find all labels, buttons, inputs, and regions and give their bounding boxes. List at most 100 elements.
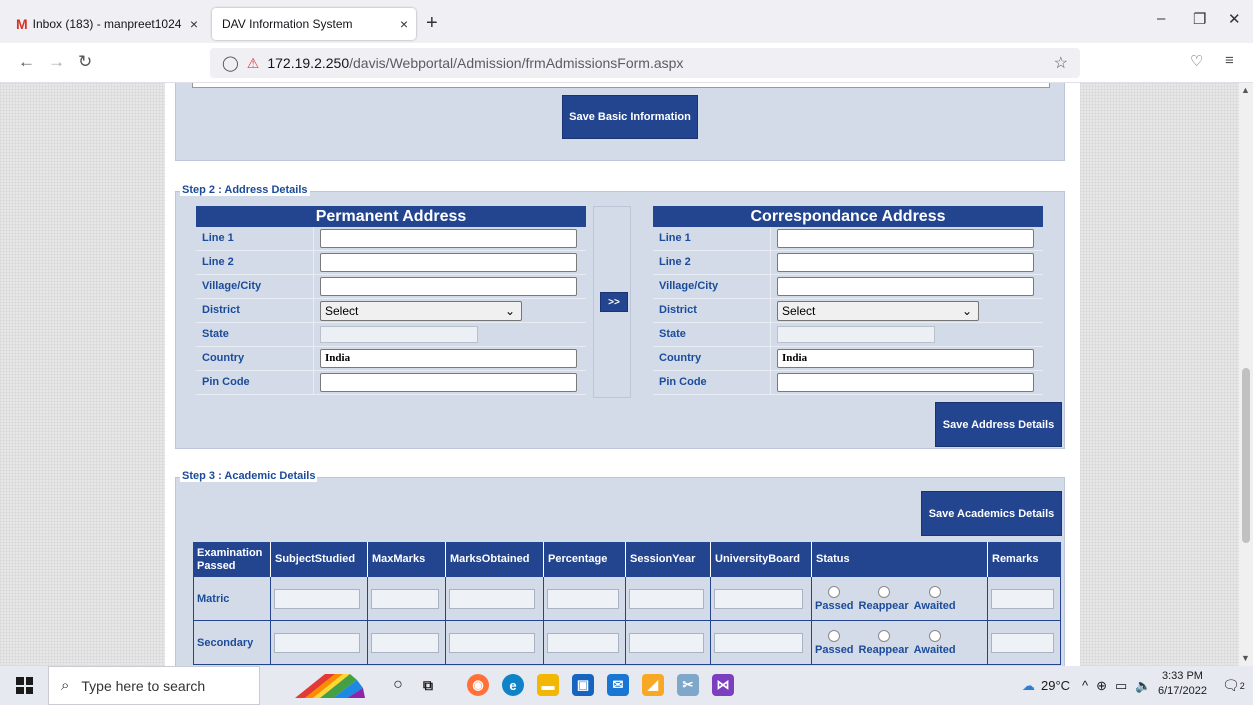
- save-basic-information-button[interactable]: Save Basic Information: [562, 95, 698, 139]
- copy-address-button[interactable]: >>: [600, 292, 628, 312]
- sticky-notes-icon[interactable]: ◢: [642, 674, 664, 696]
- permanent-country-input[interactable]: India: [320, 349, 577, 368]
- bookmark-star-icon[interactable]: ☆: [1054, 53, 1068, 73]
- restore-icon[interactable]: ❐: [1193, 10, 1206, 28]
- correspondance-state-field: [777, 326, 935, 343]
- session-year-input[interactable]: [629, 632, 704, 653]
- volume-icon[interactable]: 🔈: [1135, 678, 1151, 694]
- store-icon[interactable]: ▣: [572, 674, 594, 696]
- taskbar-clock[interactable]: 3:33 PM 6/17/2022: [1158, 669, 1207, 699]
- permanent-pin-code-input[interactable]: [320, 373, 577, 392]
- tab-gmail-inbox[interactable]: M Inbox (183) - manpreet10247@ ×: [8, 8, 206, 40]
- exam-name: Secondary: [193, 621, 271, 664]
- percentage-input[interactable]: [547, 632, 619, 653]
- scrollbar-thumb[interactable]: [1242, 368, 1250, 543]
- status-passed-radio[interactable]: Passed: [815, 585, 854, 612]
- correspondance-village-city-input[interactable]: [777, 277, 1034, 296]
- academic-grid: Examination Passed SubjectStudied MaxMar…: [193, 542, 1061, 665]
- admission-form: Save Basic Information Step 2 : Address …: [165, 83, 1080, 666]
- new-tab-button[interactable]: +: [426, 12, 438, 35]
- subject-studied-input[interactable]: [274, 588, 360, 609]
- notification-center-icon[interactable]: 🗨 2: [1222, 666, 1245, 705]
- marks-obtained-input[interactable]: [449, 632, 536, 653]
- correspondance-address-table: Correspondance Address Line 1 Line 2 Vil…: [653, 206, 1043, 395]
- scroll-up-icon[interactable]: ▲: [1241, 85, 1250, 95]
- task-view-icon[interactable]: ⧉: [417, 674, 439, 696]
- remarks-input[interactable]: [991, 632, 1055, 653]
- permanent-district-select[interactable]: Select ⌄: [320, 300, 522, 321]
- pin-code-label: Pin Code: [653, 371, 771, 394]
- scroll-down-icon[interactable]: ▼: [1241, 653, 1250, 663]
- save-address-details-button[interactable]: Save Address Details: [935, 402, 1062, 447]
- line2-label: Line 2: [653, 251, 771, 274]
- taskbar-search[interactable]: ⌕ Type here to search: [48, 666, 260, 705]
- taskbar-search-placeholder: Type here to search: [81, 677, 206, 694]
- file-explorer-icon[interactable]: ▬: [537, 674, 559, 696]
- windows-start-icon[interactable]: [16, 677, 33, 694]
- back-arrow-icon[interactable]: ←: [18, 52, 35, 72]
- district-label: District: [653, 299, 771, 322]
- col-percentage: Percentage: [544, 542, 626, 577]
- browser-tab-bar: M Inbox (183) - manpreet10247@ × DAV Inf…: [0, 0, 1253, 43]
- status-awaited-radio[interactable]: Awaited: [914, 629, 956, 656]
- save-academics-details-button[interactable]: Save Academics Details: [921, 491, 1062, 536]
- correspondance-line2-input[interactable]: [777, 253, 1034, 272]
- col-status: Status: [812, 542, 988, 577]
- max-marks-input[interactable]: [371, 632, 440, 653]
- close-window-icon[interactable]: ✕: [1228, 10, 1241, 28]
- university-board-input[interactable]: [714, 588, 804, 609]
- remarks-input[interactable]: [991, 588, 1055, 609]
- state-label: State: [653, 323, 771, 346]
- weather-widget[interactable]: ☁ 29°C: [1022, 666, 1070, 705]
- copy-address-column: >>: [593, 206, 631, 398]
- max-marks-input[interactable]: [371, 588, 440, 609]
- visual-studio-icon[interactable]: ⋈: [712, 674, 734, 696]
- status-reappear-radio[interactable]: Reappear: [858, 585, 909, 612]
- minimize-icon[interactable]: –: [1157, 10, 1165, 27]
- url-bar[interactable]: ◯ ⚠ 172.19.2.250 /davis/Webportal/Admiss…: [210, 48, 1080, 78]
- academic-details-section: Step 3 : Academic Details Save Academics…: [175, 470, 1065, 666]
- marks-obtained-input[interactable]: [449, 588, 536, 609]
- textarea-tail[interactable]: [192, 83, 1050, 88]
- permanent-line2-input[interactable]: [320, 253, 577, 272]
- correspondance-district-select[interactable]: Select ⌄: [777, 300, 979, 321]
- permanent-line1-input[interactable]: [320, 229, 577, 248]
- menu-icon[interactable]: ≡: [1225, 52, 1234, 69]
- line1-label: Line 1: [196, 227, 314, 250]
- pocket-icon[interactable]: ♡: [1190, 52, 1203, 70]
- correspondance-line1-input[interactable]: [777, 229, 1034, 248]
- network-icon[interactable]: ▭: [1115, 678, 1127, 694]
- forward-arrow-icon[interactable]: →: [48, 52, 65, 72]
- page-scrollbar[interactable]: ▲ ▼: [1239, 83, 1253, 666]
- status-reappear-radio[interactable]: Reappear: [859, 629, 909, 656]
- system-tray[interactable]: ^ ⊕ ▭ 🔈: [1082, 666, 1152, 705]
- percentage-input[interactable]: [547, 588, 619, 609]
- edge-icon[interactable]: e: [502, 674, 524, 696]
- insecure-lock-icon[interactable]: ⚠: [247, 55, 260, 72]
- subject-studied-input[interactable]: [274, 632, 360, 653]
- radio-circle-icon: [928, 629, 941, 642]
- meet-now-icon[interactable]: ⊕: [1096, 678, 1107, 694]
- radio-label: Reappear: [858, 599, 909, 612]
- shield-icon: ◯: [222, 55, 239, 72]
- col-university-board: UniversityBoard: [711, 542, 812, 577]
- radio-label: Passed: [815, 643, 854, 656]
- university-board-input[interactable]: [714, 632, 804, 653]
- correspondance-country-input[interactable]: India: [777, 349, 1034, 368]
- cortana-icon[interactable]: ○: [387, 674, 409, 696]
- mail-icon[interactable]: ✉: [607, 674, 629, 696]
- exam-name: Matric: [193, 577, 271, 620]
- country-label: Country: [196, 347, 314, 370]
- status-awaited-radio[interactable]: Awaited: [914, 585, 956, 612]
- tab-close-icon[interactable]: ×: [392, 16, 416, 32]
- tab-dav-information-system[interactable]: DAV Information System ×: [212, 8, 416, 40]
- session-year-input[interactable]: [629, 588, 704, 609]
- correspondance-pin-code-input[interactable]: [777, 373, 1034, 392]
- tab-close-icon[interactable]: ×: [182, 16, 206, 32]
- permanent-village-city-input[interactable]: [320, 277, 577, 296]
- firefox-icon[interactable]: ◉: [467, 674, 489, 696]
- chevron-up-icon[interactable]: ^: [1082, 678, 1088, 693]
- status-passed-radio[interactable]: Passed: [815, 629, 854, 656]
- reload-icon[interactable]: ↻: [78, 52, 92, 72]
- snipping-tool-icon[interactable]: ✂: [677, 674, 699, 696]
